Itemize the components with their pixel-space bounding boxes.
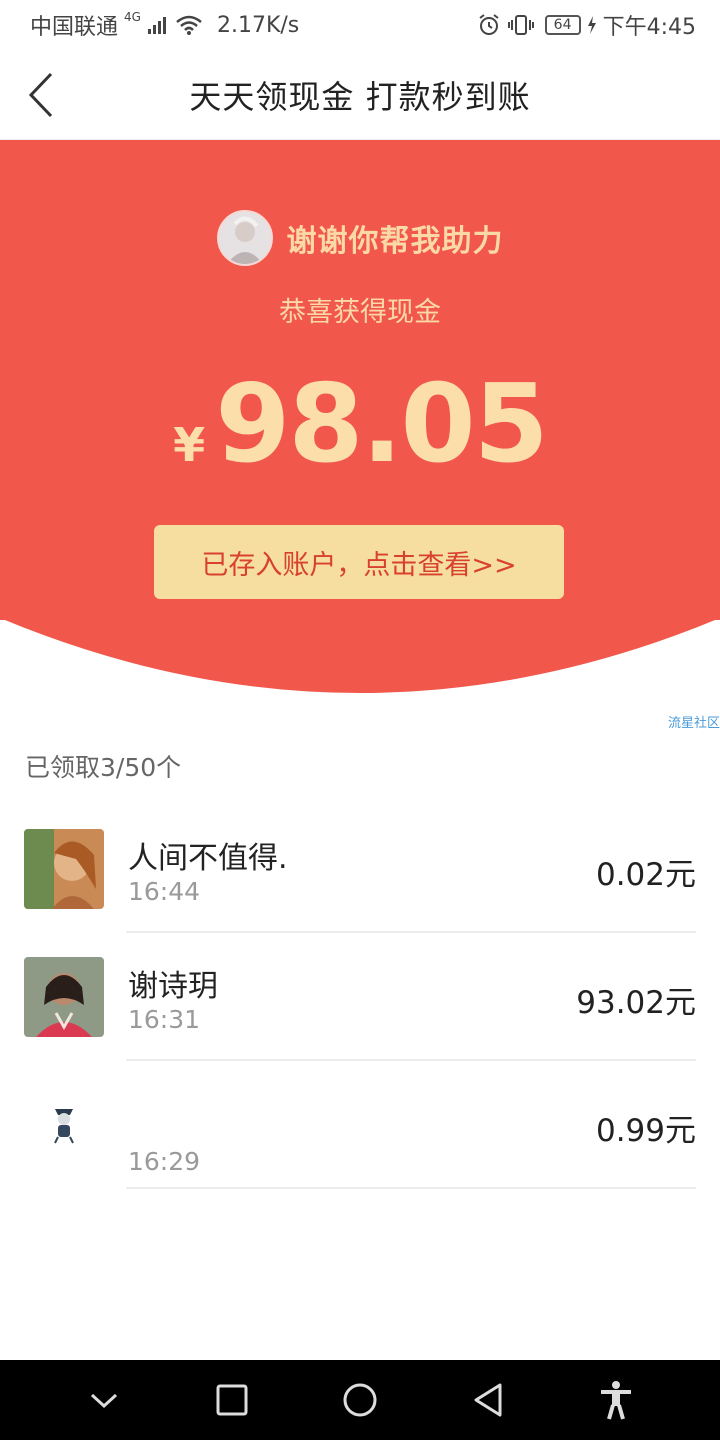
back-arrow-icon [28,72,53,118]
battery-icon: 64 [544,15,581,35]
nav-home-button[interactable] [330,1370,390,1430]
charging-icon [587,15,597,35]
claim-time: 16:31 [128,1005,201,1034]
status-bar: 中国联通 4G 2.17K/s 64 下午4:45 [0,0,720,50]
claim-time: 16:29 [128,1147,201,1176]
user-name: 谢诗玥 [128,969,218,1004]
thanks-text: 谢谢你帮我助力 [286,224,504,259]
back-button[interactable] [22,70,62,120]
clock-label: 下午4:45 [602,15,696,40]
status-left: 中国联通 4G 2.17K/s [30,9,299,41]
user-avatar [24,829,104,909]
user-avatar [24,1085,104,1165]
page-title: 天天领现金 打款秒到账 [189,77,531,116]
list-item: 人间不值得. 16:44 0.02元 [0,805,720,933]
received-summary: 已领取3/50个 [25,753,182,782]
wifi-icon [175,15,203,35]
title-bar: 天天领现金 打款秒到账 [0,50,720,140]
watermark: 流星社区 [667,716,720,731]
divider [126,1187,696,1189]
inviter-avatar [216,210,273,266]
chevron-down-icon [90,1393,118,1409]
inviter-row: 谢谢你帮我助力 [0,210,720,266]
signal-icon [147,15,169,35]
claim-time: 16:44 [128,877,201,906]
vibrate-icon [507,13,535,37]
claim-amount: 0.99元 [595,1113,696,1149]
congrats-text: 恭喜获得现金 [279,297,441,328]
user-avatar [24,957,104,1037]
claim-amount: 0.02元 [595,857,696,893]
accessibility-icon [601,1381,631,1420]
triangle-back-icon [474,1383,502,1417]
alarm-icon [477,13,501,37]
claim-amount: 93.02元 [576,985,696,1021]
nav-accessibility-button[interactable] [586,1370,646,1430]
hero-curve [0,618,720,693]
nav-hide-button[interactable] [74,1370,134,1430]
view-account-button[interactable]: 已存入账户，点击查看>> [154,525,564,599]
user-name: 人间不值得. [128,841,288,876]
carrier-label: 中国联通 [30,15,119,40]
nav-back-button[interactable] [458,1370,518,1430]
network-speed-label: 2.17K/s [216,12,300,38]
list-item: 16:29 0.99元 [0,1061,720,1189]
currency-symbol: ¥ [173,418,206,472]
nav-recents-button[interactable] [202,1370,262,1430]
records-list: 人间不值得. 16:44 0.02元 谢诗玥 16:31 93.02元 16:2… [0,805,720,1189]
amount-display: ¥ 98.05 [0,362,720,487]
system-navigation-bar [0,1360,720,1440]
circle-icon [343,1383,377,1417]
cash-amount: 98.05 [215,362,549,487]
network-type-label: 4G [124,10,141,24]
square-icon [216,1384,248,1416]
status-right: 64 下午4:45 [477,9,696,41]
battery-level: 64 [553,17,572,33]
list-item: 谢诗玥 16:31 93.02元 [0,933,720,1061]
